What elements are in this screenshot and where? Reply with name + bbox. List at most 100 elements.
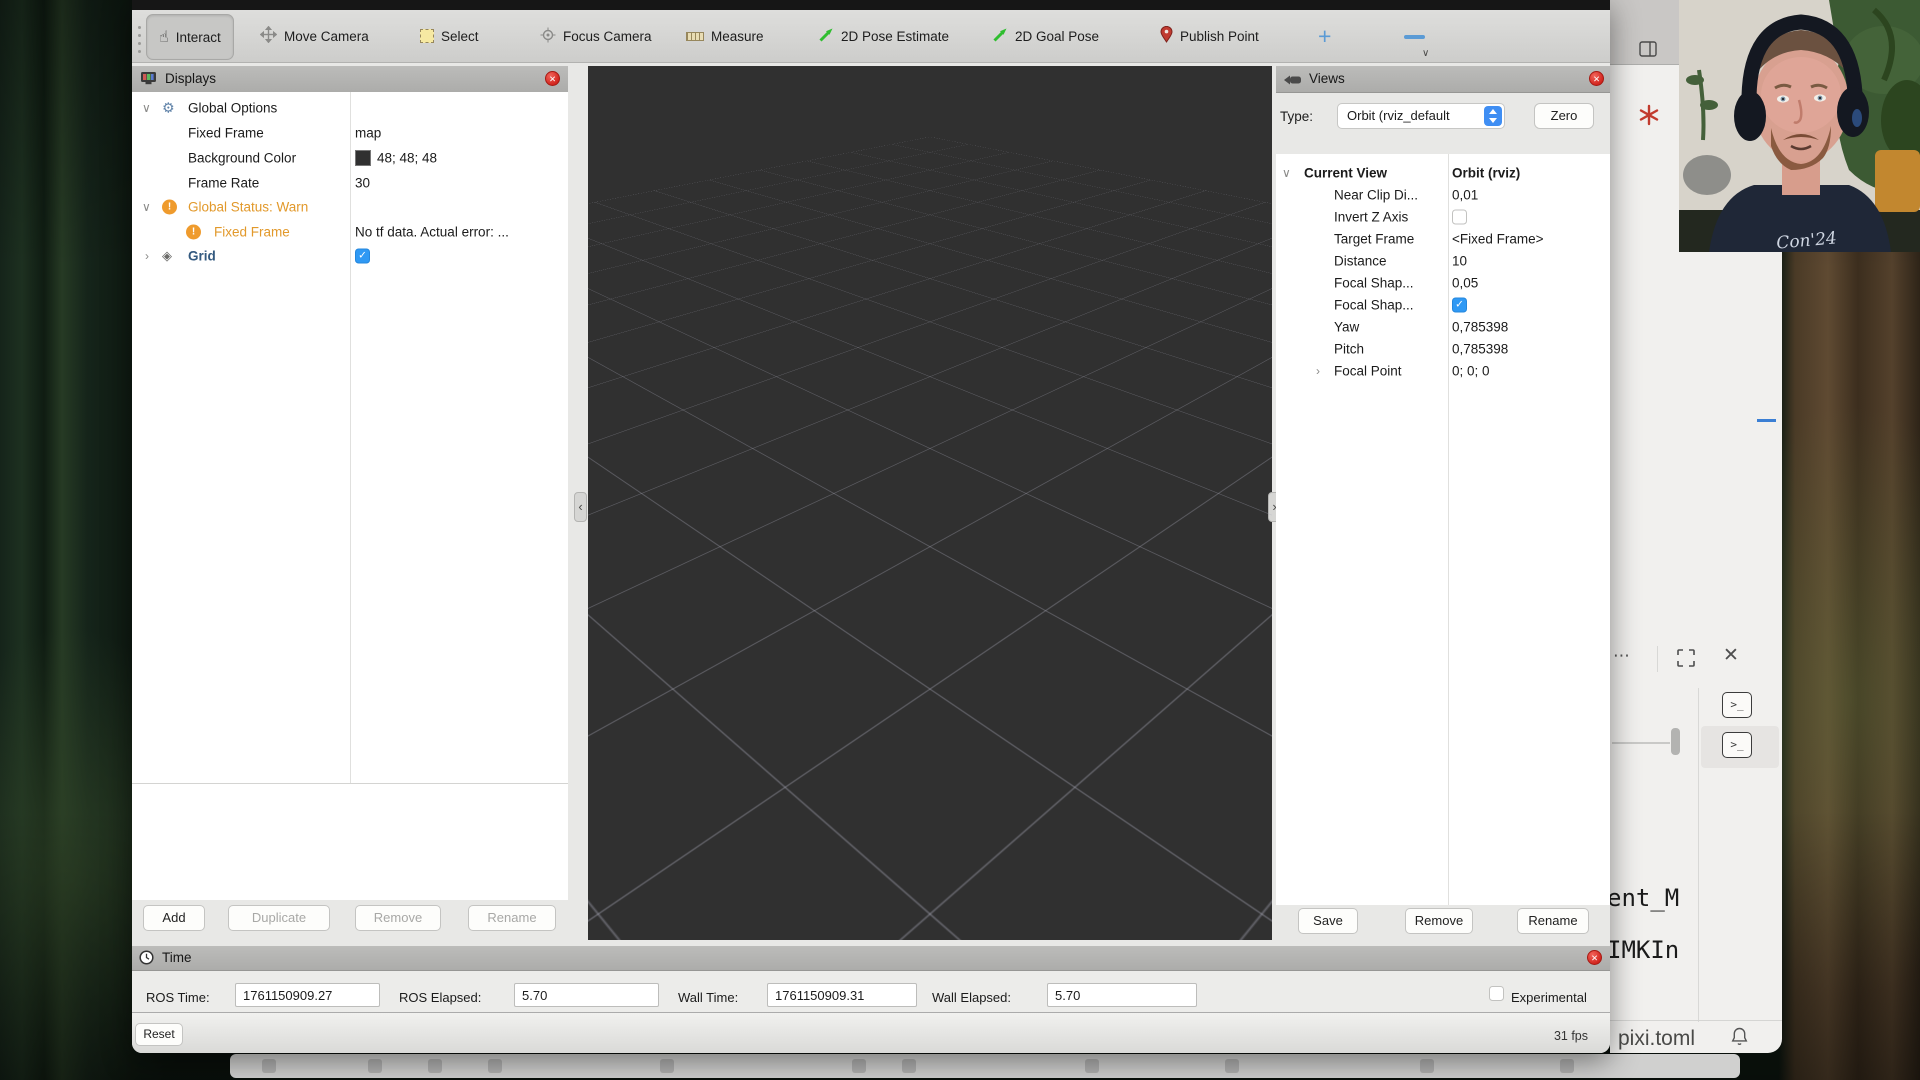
tree-row-global-options[interactable]: ∨ ⚙ Global Options (132, 95, 568, 120)
panel-splitter[interactable] (132, 783, 568, 784)
row-value[interactable]: 0,01 (1452, 188, 1478, 203)
dock-icon[interactable] (428, 1059, 442, 1073)
view-type-dropdown[interactable]: Orbit (rviz_default (1337, 103, 1505, 129)
render-viewport[interactable] (588, 66, 1272, 940)
ros-elapsed-field[interactable]: 5.70 (514, 983, 659, 1007)
remove-tool-minus-icon[interactable] (1404, 35, 1425, 39)
ros-time-field[interactable]: 1761150909.27 (235, 983, 380, 1007)
scrollbar-thumb[interactable] (1671, 728, 1680, 755)
row-value[interactable]: map (355, 125, 381, 140)
duplicate-display-button[interactable]: Duplicate (228, 905, 330, 931)
close-panel-button[interactable]: ✕ (545, 71, 560, 86)
wall-time-field[interactable]: 1761150909.31 (767, 983, 917, 1007)
rename-display-button[interactable]: Rename (468, 905, 556, 931)
slider-track[interactable] (1612, 742, 1670, 744)
dock-icon[interactable] (852, 1059, 866, 1073)
invert-z-checkbox[interactable] (1452, 210, 1467, 225)
tree-row-invert-z[interactable]: Invert Z Axis (1276, 206, 1610, 228)
tool-2d-goal-pose[interactable]: 2D Goal Pose (992, 10, 1099, 62)
row-value[interactable]: 10 (1452, 254, 1467, 269)
dock-icon[interactable] (368, 1059, 382, 1073)
row-value[interactable]: 48; 48; 48 (377, 150, 437, 165)
tree-row-grid[interactable]: › ◈ Grid ✓ (132, 243, 568, 268)
experimental-checkbox[interactable] (1489, 986, 1504, 1001)
layout-panel-icon[interactable] (1639, 41, 1657, 62)
save-view-button[interactable]: Save (1298, 908, 1358, 934)
color-swatch[interactable] (355, 150, 371, 166)
tree-row-target-frame[interactable]: Target Frame <Fixed Frame> (1276, 228, 1610, 250)
tree-row-yaw[interactable]: Yaw 0,785398 (1276, 316, 1610, 338)
terminal-icon[interactable]: >_ (1722, 692, 1752, 718)
close-panel-button[interactable]: ✕ (1589, 71, 1604, 86)
dock[interactable] (230, 1054, 1740, 1078)
dock-icon[interactable] (902, 1059, 916, 1073)
wall-elapsed-field[interactable]: 5.70 (1047, 983, 1197, 1007)
dock-icon[interactable] (1560, 1059, 1574, 1073)
row-value[interactable]: <Fixed Frame> (1452, 232, 1544, 247)
tree-row-pitch[interactable]: Pitch 0,785398 (1276, 338, 1610, 360)
remove-display-button[interactable]: Remove (355, 905, 441, 931)
tree-row-background-color[interactable]: Background Color 48; 48; 48 (132, 145, 568, 170)
chevron-down-icon[interactable]: ∨ (1282, 166, 1291, 180)
tool-focus-camera[interactable]: Focus Camera (540, 10, 652, 62)
chevron-right-icon[interactable]: › (145, 249, 149, 263)
tree-row-distance[interactable]: Distance 10 (1276, 250, 1610, 272)
zero-button[interactable]: Zero (1534, 103, 1594, 129)
red-asterisk-icon[interactable] (1638, 104, 1660, 131)
grid-enabled-checkbox[interactable]: ✓ (355, 248, 370, 263)
terminal-icon[interactable]: >_ (1722, 732, 1752, 758)
tree-row-fixed-frame[interactable]: Fixed Frame map (132, 120, 568, 145)
row-label: Target Frame (1334, 232, 1414, 247)
dock-icon[interactable] (488, 1059, 502, 1073)
row-value[interactable]: 30 (355, 175, 370, 190)
tree-row-near-clip[interactable]: Near Clip Di... 0,01 (1276, 184, 1610, 206)
tool-interact[interactable]: ☝ Interact (146, 14, 234, 60)
tree-row-fixed-frame-status[interactable]: ! Fixed Frame No tf data. Actual error: … (132, 219, 568, 244)
tree-row-frame-rate[interactable]: Frame Rate 30 (132, 170, 568, 195)
webcam-video: Con'24 (1679, 0, 1920, 252)
rename-view-button[interactable]: Rename (1517, 908, 1589, 934)
dock-icon[interactable] (1085, 1059, 1099, 1073)
more-actions-icon[interactable]: ⋯ (1613, 646, 1630, 666)
tool-2d-pose-estimate[interactable]: 2D Pose Estimate (818, 10, 949, 62)
views-panel-titlebar[interactable]: Views ✕ (1276, 66, 1610, 93)
chevron-down-icon[interactable]: ∨ (142, 101, 151, 115)
time-panel-titlebar[interactable]: Time ✕ (132, 946, 1610, 971)
row-value[interactable]: 0,785398 (1452, 342, 1508, 357)
add-display-button[interactable]: Add (143, 905, 205, 931)
tool-label: Interact (176, 30, 221, 45)
statusbar-filename[interactable]: pixi.toml (1618, 1027, 1695, 1051)
dock-icon[interactable] (660, 1059, 674, 1073)
displays-panel-titlebar[interactable]: Displays ✕ (132, 66, 568, 93)
maximize-panel-icon[interactable] (1676, 648, 1696, 673)
tool-publish-point[interactable]: Publish Point (1160, 10, 1259, 62)
tool-select[interactable]: Select (420, 10, 479, 62)
stepper-icon[interactable] (1484, 106, 1502, 126)
close-panel-icon[interactable]: ✕ (1723, 644, 1739, 667)
add-tool-button[interactable]: + (1318, 10, 1331, 62)
row-value[interactable]: 0,05 (1452, 276, 1478, 291)
row-value[interactable]: 0; 0; 0 (1452, 364, 1490, 379)
bell-icon[interactable] (1730, 1026, 1749, 1052)
reset-button[interactable]: Reset (135, 1023, 183, 1046)
tree-row-focal-point[interactable]: › Focal Point 0; 0; 0 (1276, 360, 1610, 382)
dock-icon[interactable] (262, 1059, 276, 1073)
tree-row-global-status[interactable]: ∨ ! Global Status: Warn (132, 194, 568, 219)
wall-time-label: Wall Time: (678, 990, 738, 1005)
close-panel-button[interactable]: ✕ (1587, 950, 1602, 965)
remove-view-button[interactable]: Remove (1405, 908, 1473, 934)
tree-row-focal-shape-size[interactable]: Focal Shap... 0,05 (1276, 272, 1610, 294)
chevron-right-icon[interactable]: › (1316, 364, 1320, 378)
collapse-left-panel-tab[interactable]: ‹ (574, 492, 587, 522)
tool-move-camera[interactable]: Move Camera (260, 10, 369, 62)
chevron-down-icon[interactable]: ∨ (142, 200, 151, 214)
tree-row-current-view[interactable]: ∨ Current View Orbit (rviz) (1276, 162, 1610, 184)
dock-icon[interactable] (1225, 1059, 1239, 1073)
row-label: Pitch (1334, 342, 1364, 357)
tree-row-focal-shape-fixed[interactable]: Focal Shap... ✓ (1276, 294, 1610, 316)
row-value[interactable]: 0,785398 (1452, 320, 1508, 335)
focal-shape-checkbox[interactable]: ✓ (1452, 298, 1467, 313)
toolbar-overflow-chevron-icon[interactable]: ∨ (1422, 48, 1429, 59)
tool-measure[interactable]: Measure (686, 10, 764, 62)
dock-icon[interactable] (1420, 1059, 1434, 1073)
